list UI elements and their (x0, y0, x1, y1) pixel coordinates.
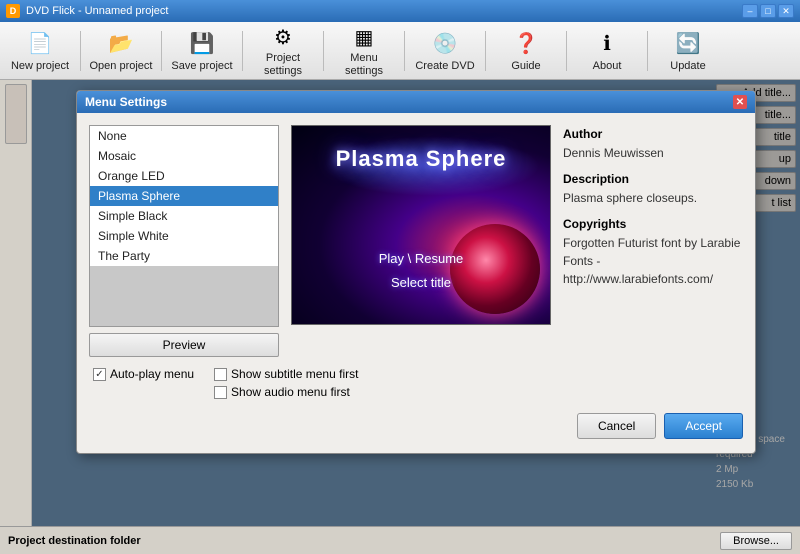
close-button[interactable]: ✕ (778, 4, 794, 18)
preview-title: Plasma Sphere (292, 146, 550, 172)
modal-overlay: Menu Settings ✕ None Mosaic Orange LED P… (32, 80, 800, 526)
title-bar: D DVD Flick - Unnamed project – □ ✕ (0, 0, 800, 22)
update-label: Update (670, 60, 705, 73)
open-project-icon: 📂 (107, 30, 135, 58)
open-project-label: Open project (90, 60, 153, 73)
project-settings-label: Project settings (249, 52, 317, 78)
status-bar-label: Project destination folder (8, 535, 141, 547)
new-project-icon: 📄 (26, 30, 54, 58)
menu-item-simple-white[interactable]: Simple White (90, 226, 278, 246)
sidebar-strip (0, 80, 32, 526)
toolbar-sep-6 (485, 31, 486, 71)
toolbar-project-settings[interactable]: ⚙ Project settings (247, 26, 319, 76)
author-label: Author (563, 125, 743, 143)
dialog-body: None Mosaic Orange LED Plasma Sphere Sim… (77, 113, 755, 453)
auto-play-checkbox-box[interactable] (93, 368, 106, 381)
dialog-title: Menu Settings (85, 95, 167, 109)
description-value: Plasma sphere closeups. (563, 189, 743, 207)
toolbar-create-dvd[interactable]: 💿 Create DVD (409, 26, 481, 76)
app-icon: D (6, 4, 20, 18)
title-bar-controls[interactable]: – □ ✕ (742, 4, 794, 18)
show-audio-checkbox-box[interactable] (214, 386, 227, 399)
save-project-label: Save project (171, 60, 232, 73)
menu-item-plasma-sphere[interactable]: Plasma Sphere (90, 186, 278, 206)
copyrights-value: Forgotten Futurist font by Larabie Fonts… (563, 234, 743, 288)
title-bar-left: D DVD Flick - Unnamed project (6, 4, 168, 18)
toolbar-guide[interactable]: ❓ Guide (490, 26, 562, 76)
menu-item-mosaic[interactable]: Mosaic (90, 146, 278, 166)
toolbar-sep-4 (323, 31, 324, 71)
preview-menu-item2: Select title (292, 271, 550, 294)
show-subtitle-checkbox-box[interactable] (214, 368, 227, 381)
create-dvd-icon: 💿 (431, 30, 459, 58)
menu-list-container: None Mosaic Orange LED Plasma Sphere Sim… (89, 125, 279, 357)
about-icon: ℹ (593, 30, 621, 58)
cancel-button[interactable]: Cancel (577, 413, 656, 439)
dialog-top-section: None Mosaic Orange LED Plasma Sphere Sim… (89, 125, 743, 357)
guide-label: Guide (511, 60, 540, 73)
preview-menu-item1: Play \ Resume (292, 247, 550, 270)
save-project-icon: 💾 (188, 30, 216, 58)
about-label: About (593, 60, 622, 73)
menu-item-the-party[interactable]: The Party (90, 246, 278, 266)
create-dvd-label: Create DVD (415, 60, 474, 73)
description-label: Description (563, 170, 743, 188)
show-subtitle-label: Show subtitle menu first (231, 367, 358, 381)
auto-play-checkbox[interactable]: Auto-play menu (93, 367, 194, 381)
info-panel: Author Dennis Meuwissen Description Plas… (563, 125, 743, 357)
copyrights-label: Copyrights (563, 215, 743, 233)
project-settings-icon: ⚙ (269, 25, 297, 50)
new-project-label: New project (11, 60, 69, 73)
toolbar-about[interactable]: ℹ About (571, 26, 643, 76)
sidebar-tab[interactable] (5, 84, 27, 144)
main-area: Add title... title... title up down t li… (0, 80, 800, 526)
author-value: Dennis Meuwissen (563, 144, 743, 162)
toolbar-new-project[interactable]: 📄 New project (4, 26, 76, 76)
toolbar-save-project[interactable]: 💾 Save project (166, 26, 238, 76)
toolbar: 📄 New project 📂 Open project 💾 Save proj… (0, 22, 800, 80)
dialog-titlebar: Menu Settings ✕ (77, 91, 755, 113)
checkbox-area: Auto-play menu Show subtitle menu first … (89, 367, 743, 399)
toolbar-sep-8 (647, 31, 648, 71)
menu-settings-dialog: Menu Settings ✕ None Mosaic Orange LED P… (76, 90, 756, 454)
toolbar-sep-7 (566, 31, 567, 71)
checkbox-group-right: Show subtitle menu first Show audio menu… (214, 367, 358, 399)
menu-item-orange-led[interactable]: Orange LED (90, 166, 278, 186)
menu-item-none[interactable]: None (90, 126, 278, 146)
toolbar-update[interactable]: 🔄 Update (652, 26, 724, 76)
menu-settings-label: Menu settings (330, 52, 398, 78)
dialog-close-button[interactable]: ✕ (733, 95, 747, 109)
browse-button[interactable]: Browse... (720, 532, 792, 550)
toolbar-sep-5 (404, 31, 405, 71)
minimize-button[interactable]: – (742, 4, 758, 18)
toolbar-sep-2 (161, 31, 162, 71)
guide-icon: ❓ (512, 30, 540, 58)
window-title: DVD Flick - Unnamed project (26, 5, 168, 17)
preview-menu-items: Play \ Resume Select title (292, 247, 550, 294)
dialog-footer: Cancel Accept (89, 409, 743, 441)
show-audio-checkbox[interactable]: Show audio menu first (214, 385, 358, 399)
toolbar-menu-settings[interactable]: ▦ Menu settings (328, 26, 400, 76)
menu-preview-image: Plasma Sphere Play \ Resume Select title (291, 125, 551, 325)
preview-button[interactable]: Preview (89, 333, 279, 357)
toolbar-open-project[interactable]: 📂 Open project (85, 26, 157, 76)
accept-button[interactable]: Accept (664, 413, 743, 439)
maximize-button[interactable]: □ (760, 4, 776, 18)
update-icon: 🔄 (674, 30, 702, 58)
status-bar: Project destination folder Browse... (0, 526, 800, 554)
menu-list[interactable]: None Mosaic Orange LED Plasma Sphere Sim… (89, 125, 279, 327)
show-audio-label: Show audio menu first (231, 385, 350, 399)
menu-settings-icon: ▦ (350, 25, 378, 50)
menu-item-simple-black[interactable]: Simple Black (90, 206, 278, 226)
show-subtitle-checkbox[interactable]: Show subtitle menu first (214, 367, 358, 381)
auto-play-label: Auto-play menu (110, 367, 194, 381)
menu-list-empty-space (90, 266, 278, 326)
toolbar-sep-3 (242, 31, 243, 71)
toolbar-sep-1 (80, 31, 81, 71)
